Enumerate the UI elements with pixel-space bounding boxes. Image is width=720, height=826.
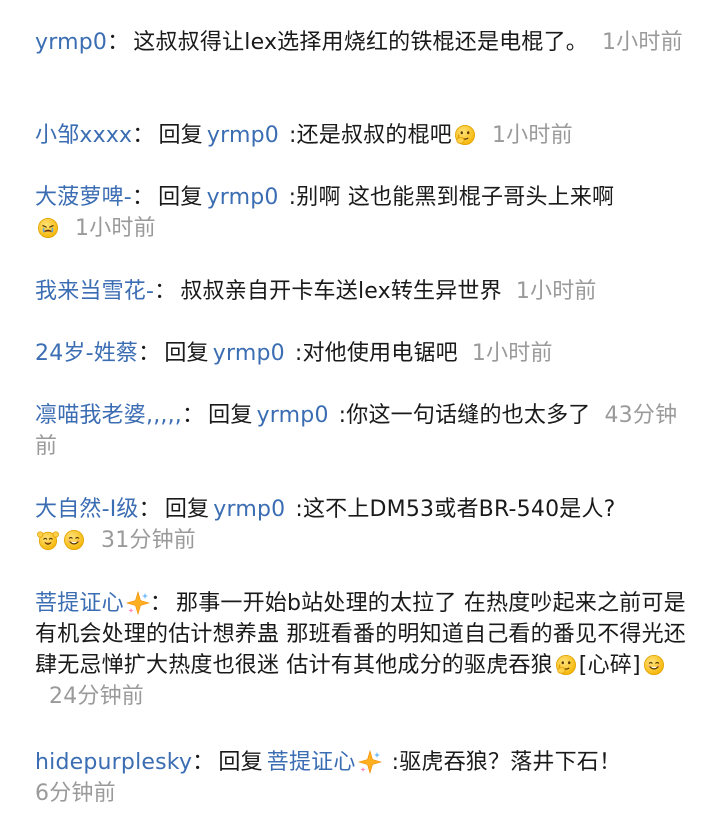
- username-separator: ：: [149, 591, 173, 616]
- comment-item: yrmp0： 这叔叔得让lex选择用烧红的铁棍还是电棍了。 1小时前: [35, 27, 690, 58]
- thinking-face-icon: [555, 654, 577, 676]
- comment-username[interactable]: 大菠萝啤-: [35, 185, 132, 210]
- sparkle-icon: [358, 750, 382, 774]
- comment-username[interactable]: 凛喵我老婆,,,,,: [35, 403, 182, 428]
- comment-item: 24岁-姓蔡： 回复 yrmp0 :对他使用电锯吧 1小时前: [35, 338, 690, 369]
- reply-mention[interactable]: yrmp0: [207, 123, 279, 148]
- username-separator: ：: [154, 279, 177, 304]
- comment-text: :这不上DM53或者BR-540是人?: [295, 497, 616, 522]
- comment-item: 我来当雪花-： 叔叔亲自开卡车送lex转生异世界 1小时前: [35, 276, 690, 307]
- comment-timestamp: 1小时前: [601, 30, 683, 55]
- comment-list: yrmp0： 这叔叔得让lex选择用烧红的铁棍还是电棍了。 1小时前 小邹xxxx：…: [0, 0, 720, 826]
- comment-text: :别啊 这也能黑到棍子哥头上来啊: [288, 185, 615, 210]
- smile-face-icon: [643, 654, 665, 676]
- comment-timestamp: 24分钟前: [49, 684, 144, 709]
- comment-timestamp: 6分钟前: [35, 781, 116, 806]
- username-separator: ：: [181, 403, 205, 428]
- comment-timestamp: 1小时前: [75, 216, 156, 241]
- comment-username[interactable]: 小邹xxxx: [35, 123, 132, 148]
- reply-mention[interactable]: yrmp0: [213, 497, 285, 522]
- reply-label: 回复: [164, 341, 209, 366]
- comment-username[interactable]: 我来当雪花-: [35, 279, 154, 304]
- comment-text: :驱虎吞狼？落井下石！: [391, 750, 622, 775]
- reply-label: 回复: [208, 403, 253, 428]
- reply-mention[interactable]: yrmp0: [257, 403, 329, 428]
- comment-text: :还是叔叔的棍吧: [288, 123, 452, 148]
- comment-timestamp: 31分钟前: [101, 528, 196, 553]
- comment-item: 凛喵我老婆,,,,,： 回复 yrmp0:你这一句话缝的也太多了 43分钟前: [35, 400, 690, 462]
- username-separator: ：: [138, 341, 161, 366]
- reply-label: 回复: [158, 123, 203, 148]
- reply-mention[interactable]: yrmp0: [207, 185, 279, 210]
- comment-timestamp: 1小时前: [471, 341, 553, 366]
- reply-mention[interactable]: 菩提证心: [267, 750, 356, 775]
- smile-face-icon: [63, 529, 85, 551]
- sparkle-icon: [126, 591, 150, 615]
- username-separator: ：: [131, 185, 155, 210]
- comment-item: 小邹xxxx： 回复 yrmp0 :还是叔叔的棍吧 1小时前: [35, 120, 690, 151]
- sticker-text: [心碎]: [578, 653, 641, 678]
- angry-cry-face-icon: [37, 217, 59, 239]
- reply-mention[interactable]: yrmp0: [213, 341, 285, 366]
- comment-timestamp: 1小时前: [515, 279, 597, 304]
- comment-item: 大菠萝啤-： 回复 yrmp0 :别啊 这也能黑到棍子哥头上来啊 1小时前: [35, 182, 690, 244]
- username-separator: ：: [138, 497, 161, 522]
- username-separator: ：: [132, 123, 155, 148]
- comment-username[interactable]: 大自然-I级: [35, 497, 139, 522]
- comment-text: 叔叔亲自开卡车送lex转生异世界: [180, 279, 502, 304]
- comment-timestamp: 1小时前: [491, 123, 573, 148]
- comment-item: 大自然-I级： 回复 yrmp0 :这不上DM53或者BR-540是人? 31分钟前: [35, 494, 690, 556]
- username-separator: ：: [107, 30, 130, 55]
- comment-username[interactable]: 菩提证心: [35, 591, 124, 616]
- thinking-face-icon: [454, 124, 476, 146]
- comment-text: 这叔叔得让lex选择用烧红的铁棍还是电棍了。: [133, 30, 588, 55]
- username-separator: ：: [192, 750, 215, 775]
- comment-text: :对他使用电锯吧: [294, 341, 458, 366]
- reply-label: 回复: [164, 497, 210, 522]
- reply-label: 回复: [218, 750, 263, 775]
- comment-item: hidepurplesky： 回复 菩提证心 :驱虎吞狼？落井下石！ 6分钟前: [35, 747, 690, 809]
- comment-item: 菩提证心：那事一开始b站处理的太拉了 在热度吵起来之前可是有机会处理的估计想养蛊…: [35, 588, 690, 712]
- cheering-face-icon: [37, 529, 59, 551]
- comment-username[interactable]: yrmp0: [35, 30, 107, 55]
- comment-text: :你这一句话缝的也太多了: [338, 403, 591, 428]
- comment-username[interactable]: 24岁-姓蔡: [35, 341, 138, 366]
- reply-label: 回复: [158, 185, 203, 210]
- comment-username[interactable]: hidepurplesky: [35, 750, 192, 775]
